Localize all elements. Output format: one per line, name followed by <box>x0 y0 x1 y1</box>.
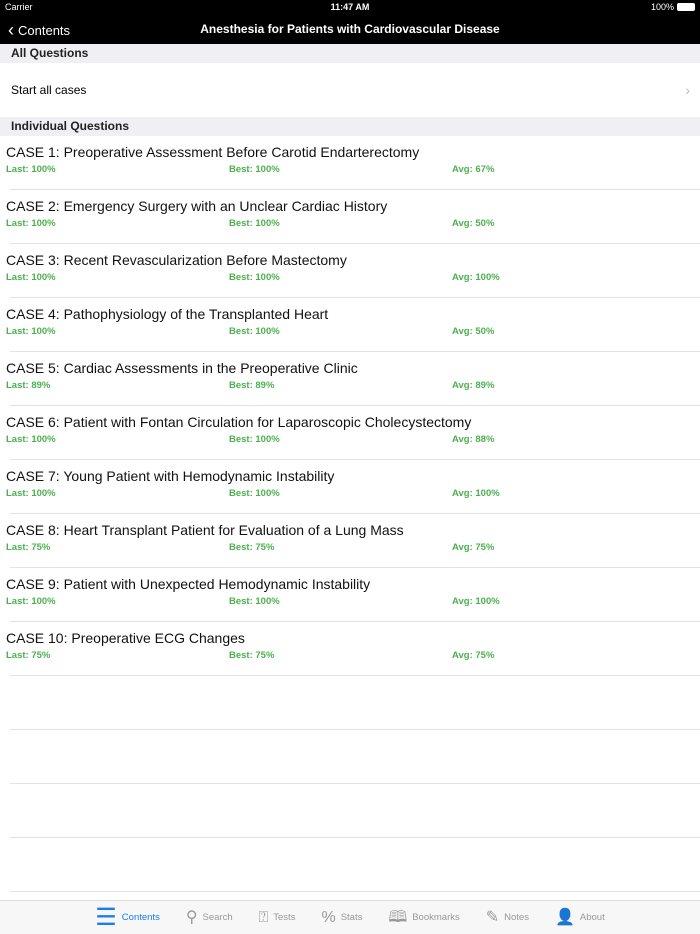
case-row[interactable]: CASE 1: Preoperative Assessment Before C… <box>6 136 700 190</box>
tab-label: Notes <box>504 912 529 923</box>
case-row[interactable]: CASE 5: Cardiac Assessments in the Preop… <box>6 352 700 406</box>
tests-icon: ⍰ <box>258 908 269 926</box>
case-row[interactable]: CASE 4: Pathophysiology of the Transplan… <box>6 298 700 352</box>
avg-score: Avg: 75% <box>452 542 495 553</box>
best-score: Best: 75% <box>229 650 275 661</box>
last-score: Last: 100% <box>6 218 56 229</box>
case-list: CASE 1: Preoperative Assessment Before C… <box>0 136 700 892</box>
clock: 11:47 AM <box>330 2 370 12</box>
avg-score: Avg: 50% <box>452 326 495 337</box>
contents-icon: ☰ <box>95 903 117 931</box>
section-header-individual: Individual Questions <box>0 117 700 136</box>
tab-bookmarks[interactable]: 🕮 Bookmarks <box>375 901 472 934</box>
tab-bar: ☰ Contents ⚲ Search ⍰ Tests% Stats 🕮 Bookmarks ✎ N… <box>0 900 700 934</box>
empty-row <box>10 676 700 730</box>
last-score: Last: 100% <box>6 488 56 499</box>
tab-label: Stats <box>340 912 363 923</box>
best-score: Best: 100% <box>229 488 280 499</box>
best-score: Best: 75% <box>229 542 275 553</box>
case-title: CASE 2: Emergency Surgery with an Unclea… <box>6 198 388 214</box>
case-row[interactable]: CASE 6: Patient with Fontan Circulation … <box>6 406 700 460</box>
case-row[interactable]: CASE 2: Emergency Surgery with an Unclea… <box>6 190 700 244</box>
avg-score: Avg: 100% <box>452 488 500 499</box>
tab-about[interactable]: 👤 About <box>542 901 618 934</box>
battery-icon <box>677 3 695 11</box>
case-row[interactable]: CASE 3: Recent Revascularization Before … <box>6 244 700 298</box>
case-row[interactable]: CASE 9: Patient with Unexpected Hemodyna… <box>6 568 700 622</box>
avg-score: Avg: 75% <box>452 650 495 661</box>
tab-label: Tests <box>273 912 296 923</box>
tab-tests[interactable]: ⍰ Tests <box>246 901 309 934</box>
avg-score: Avg: 100% <box>452 596 500 607</box>
case-title: CASE 9: Patient with Unexpected Hemodyna… <box>6 576 371 592</box>
battery-percent: 100% <box>650 2 674 12</box>
case-title: CASE 4: Pathophysiology of the Transplan… <box>6 306 329 322</box>
best-score: Best: 100% <box>229 434 280 445</box>
last-score: Last: 100% <box>6 272 56 283</box>
best-score: Best: 100% <box>229 272 280 283</box>
tab-contents[interactable]: ☰ Contents <box>82 901 173 934</box>
last-score: Last: 75% <box>6 542 51 553</box>
avg-score: Avg: 67% <box>452 164 495 175</box>
case-title: CASE 6: Patient with Fontan Circulation … <box>6 414 472 430</box>
avg-score: Avg: 100% <box>452 272 500 283</box>
case-title: CASE 8: Heart Transplant Patient for Eva… <box>6 522 404 538</box>
tab-label: Search <box>202 912 233 923</box>
best-score: Best: 100% <box>229 164 280 175</box>
page-title: Anesthesia for Patients with Cardiovascu… <box>200 22 500 36</box>
stats-icon: % <box>321 908 336 926</box>
case-row[interactable]: CASE 8: Heart Transplant Patient for Eva… <box>6 514 700 568</box>
case-title: CASE 1: Preoperative Assessment Before C… <box>6 144 420 160</box>
avg-score: Avg: 50% <box>452 218 495 229</box>
section-header-all: All Questions <box>0 44 700 63</box>
about-icon: 👤 <box>554 908 575 926</box>
last-score: Last: 89% <box>6 380 51 391</box>
last-score: Last: 100% <box>6 326 56 337</box>
case-title: CASE 10: Preoperative ECG Changes <box>6 630 245 646</box>
last-score: Last: 100% <box>6 434 56 445</box>
search-icon: ⚲ <box>185 908 198 926</box>
last-score: Last: 100% <box>6 164 56 175</box>
last-score: Last: 75% <box>6 650 51 661</box>
battery-indicator: 100% <box>651 2 695 12</box>
best-score: Best: 100% <box>229 326 280 337</box>
empty-row <box>10 784 700 838</box>
best-score: Best: 100% <box>229 596 280 607</box>
case-title: CASE 5: Cardiac Assessments in the Preop… <box>6 360 358 376</box>
start-all-label: Start all cases <box>11 83 87 97</box>
empty-row <box>10 730 700 784</box>
last-score: Last: 100% <box>6 596 56 607</box>
tab-label: About <box>579 912 605 923</box>
case-title: CASE 7: Young Patient with Hemodynamic I… <box>6 468 335 484</box>
notes-icon: ✎ <box>485 908 500 926</box>
tab-label: Contents <box>121 912 160 923</box>
tab-notes[interactable]: ✎ Notes <box>473 901 542 934</box>
empty-row <box>10 838 700 892</box>
case-row[interactable]: CASE 10: Preoperative ECG Changes Last: … <box>6 622 700 676</box>
best-score: Best: 100% <box>229 218 280 229</box>
bookmarks-icon: 🕮 <box>388 908 408 926</box>
avg-score: Avg: 89% <box>452 380 495 391</box>
navigation-bar: ‹ Contents Anesthesia for Patients with C… <box>0 14 700 44</box>
best-score: Best: 89% <box>229 380 275 391</box>
start-all-cases-button[interactable]: Start all cases › <box>0 63 700 117</box>
status-bar: Carrier 11:47 AM 100% <box>0 0 700 14</box>
case-title: CASE 3: Recent Revascularization Before … <box>6 252 347 268</box>
tab-label: Bookmarks <box>412 912 460 923</box>
avg-score: Avg: 88% <box>452 434 495 445</box>
chevron-right-icon: › <box>685 82 690 98</box>
case-row[interactable]: CASE 7: Young Patient with Hemodynamic I… <box>6 460 700 514</box>
tab-search[interactable]: ⚲ Search <box>173 901 246 934</box>
tab-stats[interactable]: % Stats <box>308 901 375 934</box>
